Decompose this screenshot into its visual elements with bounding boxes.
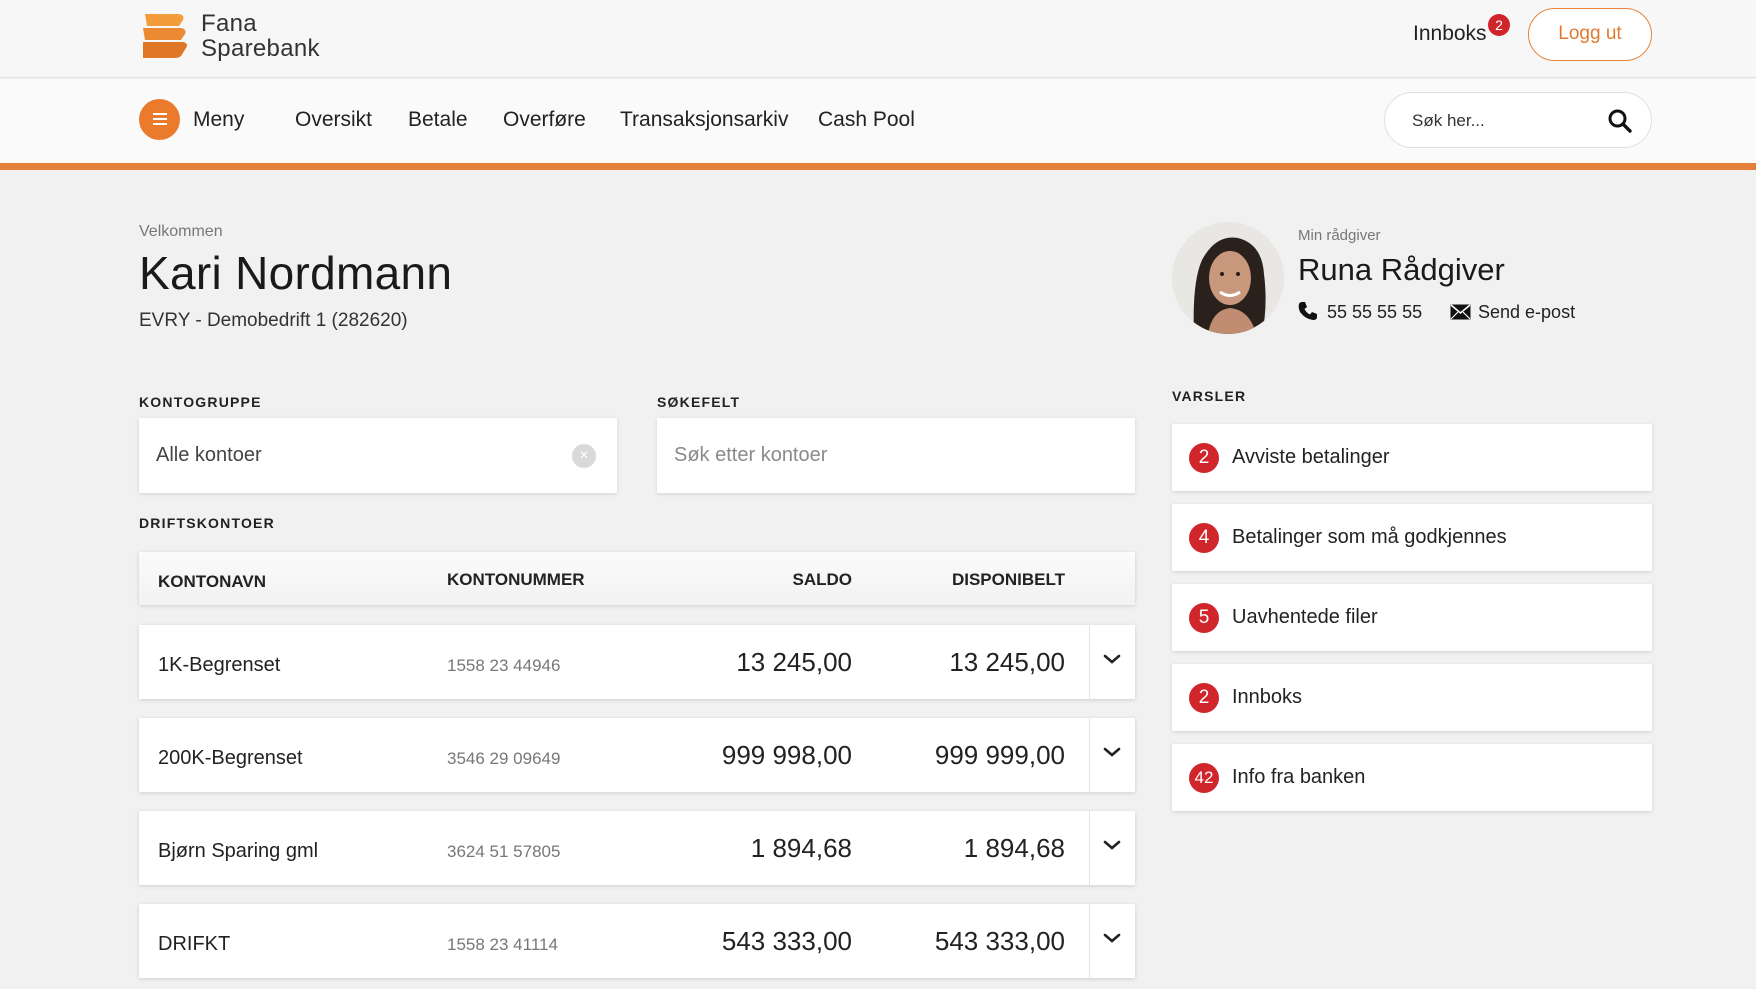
account-number: 1558 23 44946 bbox=[447, 656, 561, 675]
column-header-name[interactable]: KONTONAVN bbox=[158, 572, 266, 592]
column-header-balance[interactable]: SALDO bbox=[793, 570, 853, 590]
account-number: 3546 29 09649 bbox=[447, 749, 561, 768]
alert-count-badge: 5 bbox=[1189, 603, 1219, 633]
phone-icon bbox=[1298, 302, 1317, 320]
account-search-label: SØKEFELT bbox=[657, 394, 741, 410]
nav-item-cash-pool[interactable]: Cash Pool bbox=[818, 108, 915, 132]
bank-logo[interactable]: Fana Sparebank bbox=[139, 10, 320, 62]
advisor-avatar bbox=[1172, 222, 1284, 334]
company-name: EVRY - Demobedrift 1 (282620) bbox=[139, 310, 408, 331]
row-divider bbox=[1089, 625, 1090, 699]
account-number: 1558 23 41114 bbox=[447, 935, 558, 954]
account-search-input[interactable]: Søk etter kontoer bbox=[657, 418, 1135, 493]
alert-item-bank-info[interactable]: 42 Info fra banken bbox=[1172, 744, 1652, 811]
alert-item-unretrieved-files[interactable]: 5 Uavhentede filer bbox=[1172, 584, 1652, 651]
table-row[interactable]: 1K-Begrenset 1558 23 44946 13 245,00 13 … bbox=[139, 625, 1135, 699]
user-name: Kari Nordmann bbox=[139, 247, 453, 299]
clear-icon[interactable]: × bbox=[572, 444, 596, 468]
row-divider bbox=[1089, 811, 1090, 885]
chevron-down-icon[interactable] bbox=[1102, 931, 1122, 945]
logo-icon bbox=[143, 14, 187, 58]
account-name[interactable]: 200K-Begrenset bbox=[158, 747, 303, 770]
alert-label: Innboks bbox=[1232, 686, 1303, 708]
row-divider bbox=[1089, 718, 1090, 792]
logo-text: Fana Sparebank bbox=[201, 11, 320, 61]
account-balance: 1 894,68 bbox=[750, 833, 852, 863]
alert-count-badge: 2 bbox=[1189, 443, 1219, 473]
account-balance: 13 245,00 bbox=[736, 647, 852, 677]
menu-button[interactable] bbox=[139, 99, 180, 140]
account-search-placeholder: Søk etter kontoer bbox=[674, 444, 828, 466]
account-group-value: Alle kontoer bbox=[156, 444, 262, 466]
table-row[interactable]: 200K-Begrenset 3546 29 09649 999 998,00 … bbox=[139, 718, 1135, 792]
nav-item-transaksjonsarkiv[interactable]: Transaksjonsarkiv bbox=[620, 108, 788, 132]
account-available: 13 245,00 bbox=[949, 647, 1065, 677]
advisor-email-link[interactable]: Send e-post bbox=[1478, 302, 1575, 323]
alert-item-payments-to-approve[interactable]: 4 Betalinger som må godkjennes bbox=[1172, 504, 1652, 571]
accounts-table-header: KONTONAVN KONTONUMMER SALDO DISPONIBELT bbox=[139, 552, 1135, 605]
account-available: 543 333,00 bbox=[934, 926, 1065, 956]
global-search-input[interactable]: Søk her... bbox=[1384, 92, 1652, 148]
advisor-label: Min rådgiver bbox=[1298, 227, 1381, 244]
inbox-link[interactable]: Innboks bbox=[1413, 22, 1487, 46]
main-nav: Meny Oversikt Betale Overføre Transaksjo… bbox=[0, 79, 1756, 163]
logo-line-1: Fana bbox=[201, 10, 257, 37]
chevron-down-icon[interactable] bbox=[1102, 652, 1122, 666]
alerts-label: VARSLER bbox=[1172, 388, 1247, 404]
account-balance: 543 333,00 bbox=[721, 926, 852, 956]
account-number: 3624 51 57805 bbox=[447, 842, 561, 861]
advisor-name: Runa Rådgiver bbox=[1298, 252, 1505, 287]
account-name[interactable]: Bjørn Sparing gml bbox=[158, 840, 318, 863]
advisor-phone-link[interactable]: 55 55 55 55 bbox=[1327, 302, 1422, 323]
alert-count-badge: 2 bbox=[1189, 683, 1219, 713]
operating-accounts-label: DRIFTSKONTOER bbox=[139, 515, 275, 531]
advisor-photo bbox=[1172, 222, 1284, 334]
column-header-number[interactable]: KONTONUMMER bbox=[447, 570, 585, 590]
logout-button[interactable]: Logg ut bbox=[1528, 8, 1652, 61]
alert-label: Betalinger som må godkjennes bbox=[1232, 526, 1507, 548]
row-divider bbox=[1089, 904, 1090, 978]
table-row[interactable]: Bjørn Sparing gml 3624 51 57805 1 894,68… bbox=[139, 811, 1135, 885]
chevron-down-icon[interactable] bbox=[1102, 745, 1122, 759]
nav-item-betale[interactable]: Betale bbox=[408, 108, 468, 132]
top-bar: Fana Sparebank Innboks 2 Logg ut bbox=[0, 0, 1756, 78]
nav-item-oversikt[interactable]: Oversikt bbox=[295, 108, 372, 132]
nav-accent-line bbox=[0, 163, 1756, 170]
account-name[interactable]: DRIFKT bbox=[158, 933, 230, 956]
inbox-count-badge: 2 bbox=[1488, 14, 1510, 36]
menu-label[interactable]: Meny bbox=[193, 108, 244, 132]
alert-item-rejected-payments[interactable]: 2 Avviste betalinger bbox=[1172, 424, 1652, 491]
nav-item-overfore[interactable]: Overføre bbox=[503, 108, 586, 132]
chevron-down-icon[interactable] bbox=[1102, 838, 1122, 852]
account-available: 999 999,00 bbox=[934, 740, 1065, 770]
account-available: 1 894,68 bbox=[963, 833, 1065, 863]
mail-icon bbox=[1450, 304, 1471, 320]
alert-label: Info fra banken bbox=[1232, 766, 1366, 788]
table-row[interactable]: DRIFKT 1558 23 41114 543 333,00 543 333,… bbox=[139, 904, 1135, 978]
account-group-select[interactable]: Alle kontoer × bbox=[139, 418, 617, 493]
column-header-available[interactable]: DISPONIBELT bbox=[952, 570, 1065, 590]
account-balance: 999 998,00 bbox=[721, 740, 852, 770]
alert-label: Uavhentede filer bbox=[1232, 606, 1378, 628]
alert-label: Avviste betalinger bbox=[1232, 446, 1390, 468]
welcome-greeting: Velkommen bbox=[139, 223, 223, 240]
alert-count-badge: 4 bbox=[1189, 523, 1219, 553]
account-group-label: KONTOGRUPPE bbox=[139, 394, 262, 410]
alert-count-badge: 42 bbox=[1189, 763, 1219, 793]
account-name[interactable]: 1K-Begrenset bbox=[158, 654, 280, 677]
search-placeholder: Søk her... bbox=[1412, 111, 1485, 130]
search-icon[interactable] bbox=[1607, 108, 1633, 134]
alert-item-inbox[interactable]: 2 Innboks bbox=[1172, 664, 1652, 731]
logo-line-2: Sparebank bbox=[201, 35, 320, 62]
